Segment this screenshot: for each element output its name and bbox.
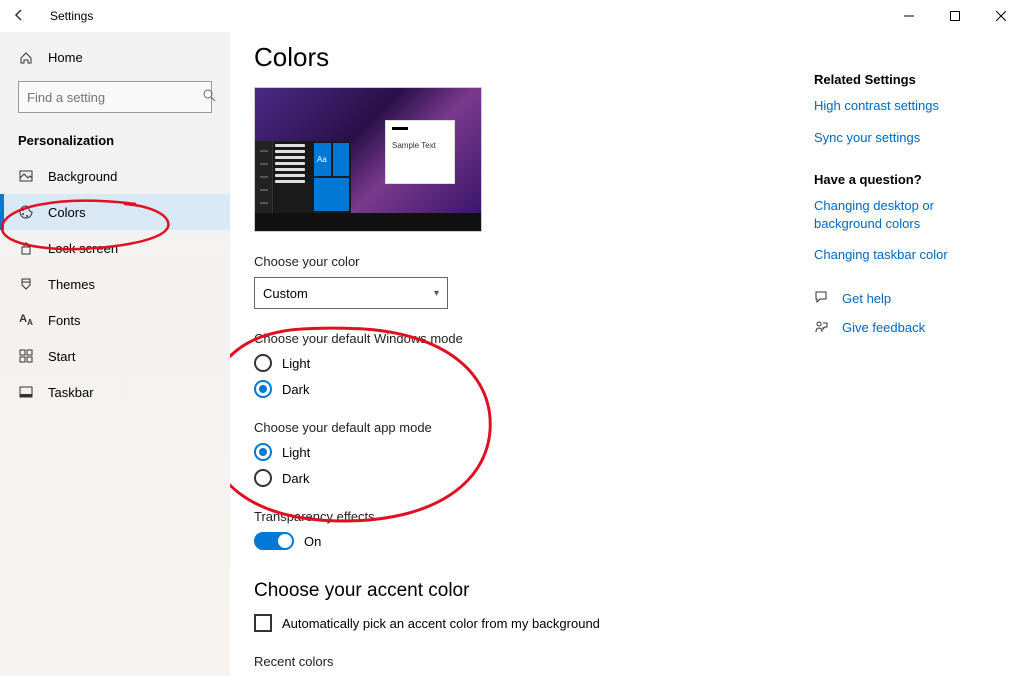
dropdown-value: Custom: [263, 286, 308, 301]
get-help-link[interactable]: Get help: [842, 290, 891, 308]
sidebar-home[interactable]: Home: [0, 42, 230, 73]
link-sync-settings[interactable]: Sync your settings: [814, 129, 994, 147]
start-icon: [18, 348, 34, 364]
back-icon[interactable]: [12, 8, 26, 25]
related-heading: Related Settings: [814, 72, 994, 87]
taskbar-icon: [18, 384, 34, 400]
preview-tile: Aa: [314, 143, 331, 176]
sidebar-item-taskbar[interactable]: Taskbar: [0, 374, 230, 410]
lock-icon: [18, 240, 34, 256]
chat-icon: [814, 290, 830, 307]
sidebar-item-themes[interactable]: Themes: [0, 266, 230, 302]
radio-label: Light: [282, 356, 310, 371]
give-feedback-link[interactable]: Give feedback: [842, 319, 925, 337]
search-field[interactable]: [27, 90, 203, 105]
color-preview: Aa Sample Text: [254, 87, 482, 232]
choose-color-label: Choose your color: [254, 254, 754, 269]
get-help[interactable]: Get help: [814, 290, 994, 308]
link-high-contrast[interactable]: High contrast settings: [814, 97, 994, 115]
feedback-icon: [814, 320, 830, 337]
transparency-label: Transparency effects: [254, 509, 754, 524]
content-main: Colors Aa Sample: [254, 42, 754, 646]
search-input[interactable]: [18, 81, 212, 113]
sidebar-item-background[interactable]: Background: [0, 158, 230, 194]
content-right: Related Settings High contrast settings …: [814, 42, 994, 646]
link-changing-taskbar[interactable]: Changing taskbar color: [814, 246, 994, 264]
page-title: Colors: [254, 42, 754, 73]
preview-sample-text: Sample Text: [392, 141, 436, 150]
picture-icon: [18, 168, 34, 184]
sidebar-item-label: Lock screen: [48, 241, 118, 256]
auto-accent-checkbox[interactable]: Automatically pick an accent color from …: [254, 614, 754, 632]
radio-icon: [254, 380, 272, 398]
windows-mode-label: Choose your default Windows mode: [254, 331, 754, 346]
transparency-toggle[interactable]: [254, 532, 294, 550]
radio-label: Dark: [282, 382, 309, 397]
radio-label: Light: [282, 445, 310, 460]
checkbox-label: Automatically pick an accent color from …: [282, 616, 600, 631]
sidebar-item-label: Colors: [48, 205, 86, 220]
radio-icon: [254, 469, 272, 487]
maximize-button[interactable]: [932, 0, 978, 32]
sidebar-item-label: Themes: [48, 277, 95, 292]
themes-icon: [18, 276, 34, 292]
preview-tile: [314, 178, 349, 211]
choose-color-dropdown[interactable]: Custom ▾: [254, 277, 448, 309]
app-mode-label: Choose your default app mode: [254, 420, 754, 435]
sidebar-item-label: Background: [48, 169, 117, 184]
accent-heading: Choose your accent color: [254, 580, 754, 602]
search-icon: [203, 89, 216, 105]
sidebar-item-label: Taskbar: [48, 385, 94, 400]
radio-icon: [254, 443, 272, 461]
sidebar-item-label: Fonts: [48, 313, 81, 328]
sidebar-home-label: Home: [48, 50, 83, 65]
sidebar-item-lockscreen[interactable]: Lock screen: [0, 230, 230, 266]
recent-colors-label: Recent colors: [254, 654, 754, 669]
minimize-button[interactable]: [886, 0, 932, 32]
radio-icon: [254, 354, 272, 372]
give-feedback[interactable]: Give feedback: [814, 319, 994, 337]
sidebar-item-fonts[interactable]: AA Fonts: [0, 302, 230, 338]
windows-mode-light[interactable]: Light: [254, 354, 754, 372]
toggle-state: On: [304, 534, 321, 549]
chevron-down-icon: ▾: [434, 288, 439, 299]
link-changing-desktop[interactable]: Changing desktop or background colors: [814, 197, 994, 232]
checkbox-icon: [254, 614, 272, 632]
radio-label: Dark: [282, 471, 309, 486]
windows-mode-dark[interactable]: Dark: [254, 380, 754, 398]
sidebar-item-start[interactable]: Start: [0, 338, 230, 374]
sidebar: Home Personalization Background Colors: [0, 32, 230, 676]
window-title: Settings: [50, 9, 93, 23]
question-heading: Have a question?: [814, 172, 994, 187]
fonts-icon: AA: [18, 312, 34, 328]
sidebar-section: Personalization: [0, 125, 230, 158]
sidebar-item-colors[interactable]: Colors: [0, 194, 230, 230]
close-button[interactable]: [978, 0, 1024, 32]
app-mode-dark[interactable]: Dark: [254, 469, 754, 487]
sidebar-item-label: Start: [48, 349, 75, 364]
app-mode-light[interactable]: Light: [254, 443, 754, 461]
palette-icon: [18, 204, 34, 220]
title-bar: Settings: [0, 0, 1024, 32]
home-icon: [18, 51, 34, 65]
preview-tile: [333, 143, 350, 176]
